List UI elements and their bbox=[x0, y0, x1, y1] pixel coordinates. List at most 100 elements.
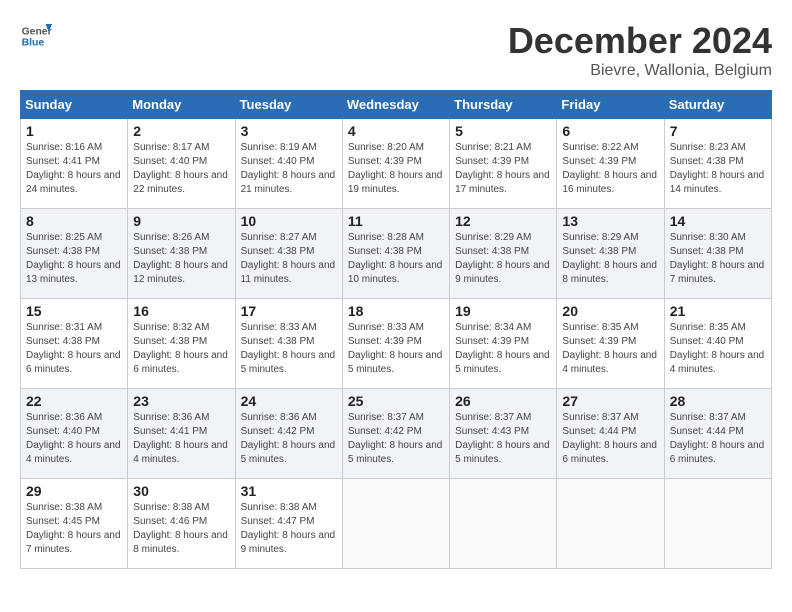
calendar-day-cell: 2 Sunrise: 8:17 AMSunset: 4:40 PMDayligh… bbox=[128, 119, 235, 209]
empty-cell bbox=[557, 479, 664, 569]
calendar-day-cell: 23 Sunrise: 8:36 AMSunset: 4:41 PMDaylig… bbox=[128, 389, 235, 479]
empty-cell bbox=[450, 479, 557, 569]
calendar-day-cell: 15 Sunrise: 8:31 AMSunset: 4:38 PMDaylig… bbox=[21, 299, 128, 389]
calendar-day-cell: 12 Sunrise: 8:29 AMSunset: 4:38 PMDaylig… bbox=[450, 209, 557, 299]
day-info: Sunrise: 8:21 AMSunset: 4:39 PMDaylight:… bbox=[455, 142, 550, 195]
day-number: 6 bbox=[562, 123, 658, 139]
day-number: 1 bbox=[26, 123, 122, 139]
empty-cell bbox=[664, 479, 771, 569]
day-number: 19 bbox=[455, 303, 551, 319]
subtitle: Bievre, Wallonia, Belgium bbox=[508, 62, 772, 80]
calendar-day-cell: 3 Sunrise: 8:19 AMSunset: 4:40 PMDayligh… bbox=[235, 119, 342, 209]
day-info: Sunrise: 8:17 AMSunset: 4:40 PMDaylight:… bbox=[133, 142, 228, 195]
day-info: Sunrise: 8:34 AMSunset: 4:39 PMDaylight:… bbox=[455, 322, 550, 375]
calendar-week-row: 29 Sunrise: 8:38 AMSunset: 4:45 PMDaylig… bbox=[21, 479, 772, 569]
calendar-table: SundayMondayTuesdayWednesdayThursdayFrid… bbox=[20, 90, 772, 569]
day-info: Sunrise: 8:36 AMSunset: 4:41 PMDaylight:… bbox=[133, 412, 228, 465]
calendar-day-cell: 5 Sunrise: 8:21 AMSunset: 4:39 PMDayligh… bbox=[450, 119, 557, 209]
day-number: 15 bbox=[26, 303, 122, 319]
calendar-week-row: 8 Sunrise: 8:25 AMSunset: 4:38 PMDayligh… bbox=[21, 209, 772, 299]
day-info: Sunrise: 8:27 AMSunset: 4:38 PMDaylight:… bbox=[241, 232, 336, 285]
day-number: 4 bbox=[348, 123, 444, 139]
day-number: 26 bbox=[455, 393, 551, 409]
day-number: 2 bbox=[133, 123, 229, 139]
day-info: Sunrise: 8:35 AMSunset: 4:40 PMDaylight:… bbox=[670, 322, 765, 375]
empty-cell bbox=[342, 479, 449, 569]
calendar-week-row: 22 Sunrise: 8:36 AMSunset: 4:40 PMDaylig… bbox=[21, 389, 772, 479]
calendar-day-cell: 9 Sunrise: 8:26 AMSunset: 4:38 PMDayligh… bbox=[128, 209, 235, 299]
day-number: 11 bbox=[348, 213, 444, 229]
day-info: Sunrise: 8:29 AMSunset: 4:38 PMDaylight:… bbox=[562, 232, 657, 285]
weekday-header-friday: Friday bbox=[557, 91, 664, 119]
day-info: Sunrise: 8:16 AMSunset: 4:41 PMDaylight:… bbox=[26, 142, 121, 195]
day-number: 14 bbox=[670, 213, 766, 229]
day-info: Sunrise: 8:38 AMSunset: 4:46 PMDaylight:… bbox=[133, 502, 228, 555]
calendar-day-cell: 26 Sunrise: 8:37 AMSunset: 4:43 PMDaylig… bbox=[450, 389, 557, 479]
calendar-day-cell: 16 Sunrise: 8:32 AMSunset: 4:38 PMDaylig… bbox=[128, 299, 235, 389]
day-number: 25 bbox=[348, 393, 444, 409]
calendar-day-cell: 17 Sunrise: 8:33 AMSunset: 4:38 PMDaylig… bbox=[235, 299, 342, 389]
day-number: 29 bbox=[26, 483, 122, 499]
day-number: 22 bbox=[26, 393, 122, 409]
calendar-day-cell: 19 Sunrise: 8:34 AMSunset: 4:39 PMDaylig… bbox=[450, 299, 557, 389]
day-number: 7 bbox=[670, 123, 766, 139]
calendar-header-row: SundayMondayTuesdayWednesdayThursdayFrid… bbox=[21, 91, 772, 119]
calendar-day-cell: 13 Sunrise: 8:29 AMSunset: 4:38 PMDaylig… bbox=[557, 209, 664, 299]
weekday-header-sunday: Sunday bbox=[21, 91, 128, 119]
title-block: December 2024 Bievre, Wallonia, Belgium bbox=[508, 20, 772, 80]
calendar-day-cell: 4 Sunrise: 8:20 AMSunset: 4:39 PMDayligh… bbox=[342, 119, 449, 209]
day-info: Sunrise: 8:37 AMSunset: 4:42 PMDaylight:… bbox=[348, 412, 443, 465]
logo: General Blue bbox=[20, 20, 52, 52]
day-info: Sunrise: 8:29 AMSunset: 4:38 PMDaylight:… bbox=[455, 232, 550, 285]
calendar-day-cell: 30 Sunrise: 8:38 AMSunset: 4:46 PMDaylig… bbox=[128, 479, 235, 569]
day-info: Sunrise: 8:31 AMSunset: 4:38 PMDaylight:… bbox=[26, 322, 121, 375]
day-number: 12 bbox=[455, 213, 551, 229]
day-number: 9 bbox=[133, 213, 229, 229]
day-number: 10 bbox=[241, 213, 337, 229]
weekday-header-saturday: Saturday bbox=[664, 91, 771, 119]
day-number: 8 bbox=[26, 213, 122, 229]
day-info: Sunrise: 8:28 AMSunset: 4:38 PMDaylight:… bbox=[348, 232, 443, 285]
day-number: 21 bbox=[670, 303, 766, 319]
day-info: Sunrise: 8:32 AMSunset: 4:38 PMDaylight:… bbox=[133, 322, 228, 375]
calendar-day-cell: 1 Sunrise: 8:16 AMSunset: 4:41 PMDayligh… bbox=[21, 119, 128, 209]
day-info: Sunrise: 8:36 AMSunset: 4:40 PMDaylight:… bbox=[26, 412, 121, 465]
svg-text:Blue: Blue bbox=[22, 38, 45, 49]
day-number: 31 bbox=[241, 483, 337, 499]
calendar-day-cell: 27 Sunrise: 8:37 AMSunset: 4:44 PMDaylig… bbox=[557, 389, 664, 479]
calendar-day-cell: 24 Sunrise: 8:36 AMSunset: 4:42 PMDaylig… bbox=[235, 389, 342, 479]
day-info: Sunrise: 8:35 AMSunset: 4:39 PMDaylight:… bbox=[562, 322, 657, 375]
day-number: 30 bbox=[133, 483, 229, 499]
logo-icon: General Blue bbox=[20, 20, 52, 52]
weekday-header-monday: Monday bbox=[128, 91, 235, 119]
day-number: 27 bbox=[562, 393, 658, 409]
day-info: Sunrise: 8:25 AMSunset: 4:38 PMDaylight:… bbox=[26, 232, 121, 285]
day-number: 17 bbox=[241, 303, 337, 319]
weekday-header-tuesday: Tuesday bbox=[235, 91, 342, 119]
day-info: Sunrise: 8:22 AMSunset: 4:39 PMDaylight:… bbox=[562, 142, 657, 195]
calendar-day-cell: 6 Sunrise: 8:22 AMSunset: 4:39 PMDayligh… bbox=[557, 119, 664, 209]
day-number: 28 bbox=[670, 393, 766, 409]
calendar-day-cell: 25 Sunrise: 8:37 AMSunset: 4:42 PMDaylig… bbox=[342, 389, 449, 479]
day-info: Sunrise: 8:19 AMSunset: 4:40 PMDaylight:… bbox=[241, 142, 336, 195]
day-number: 24 bbox=[241, 393, 337, 409]
day-number: 3 bbox=[241, 123, 337, 139]
calendar-day-cell: 14 Sunrise: 8:30 AMSunset: 4:38 PMDaylig… bbox=[664, 209, 771, 299]
calendar-day-cell: 31 Sunrise: 8:38 AMSunset: 4:47 PMDaylig… bbox=[235, 479, 342, 569]
day-info: Sunrise: 8:37 AMSunset: 4:44 PMDaylight:… bbox=[670, 412, 765, 465]
calendar-day-cell: 8 Sunrise: 8:25 AMSunset: 4:38 PMDayligh… bbox=[21, 209, 128, 299]
day-number: 23 bbox=[133, 393, 229, 409]
day-info: Sunrise: 8:37 AMSunset: 4:43 PMDaylight:… bbox=[455, 412, 550, 465]
day-number: 20 bbox=[562, 303, 658, 319]
day-info: Sunrise: 8:37 AMSunset: 4:44 PMDaylight:… bbox=[562, 412, 657, 465]
calendar-week-row: 1 Sunrise: 8:16 AMSunset: 4:41 PMDayligh… bbox=[21, 119, 772, 209]
calendar-day-cell: 10 Sunrise: 8:27 AMSunset: 4:38 PMDaylig… bbox=[235, 209, 342, 299]
day-number: 18 bbox=[348, 303, 444, 319]
day-number: 16 bbox=[133, 303, 229, 319]
calendar-day-cell: 18 Sunrise: 8:33 AMSunset: 4:39 PMDaylig… bbox=[342, 299, 449, 389]
page-header: General Blue December 2024 Bievre, Wallo… bbox=[20, 20, 772, 80]
calendar-day-cell: 22 Sunrise: 8:36 AMSunset: 4:40 PMDaylig… bbox=[21, 389, 128, 479]
day-info: Sunrise: 8:38 AMSunset: 4:45 PMDaylight:… bbox=[26, 502, 121, 555]
calendar-day-cell: 29 Sunrise: 8:38 AMSunset: 4:45 PMDaylig… bbox=[21, 479, 128, 569]
month-title: December 2024 bbox=[508, 20, 772, 62]
